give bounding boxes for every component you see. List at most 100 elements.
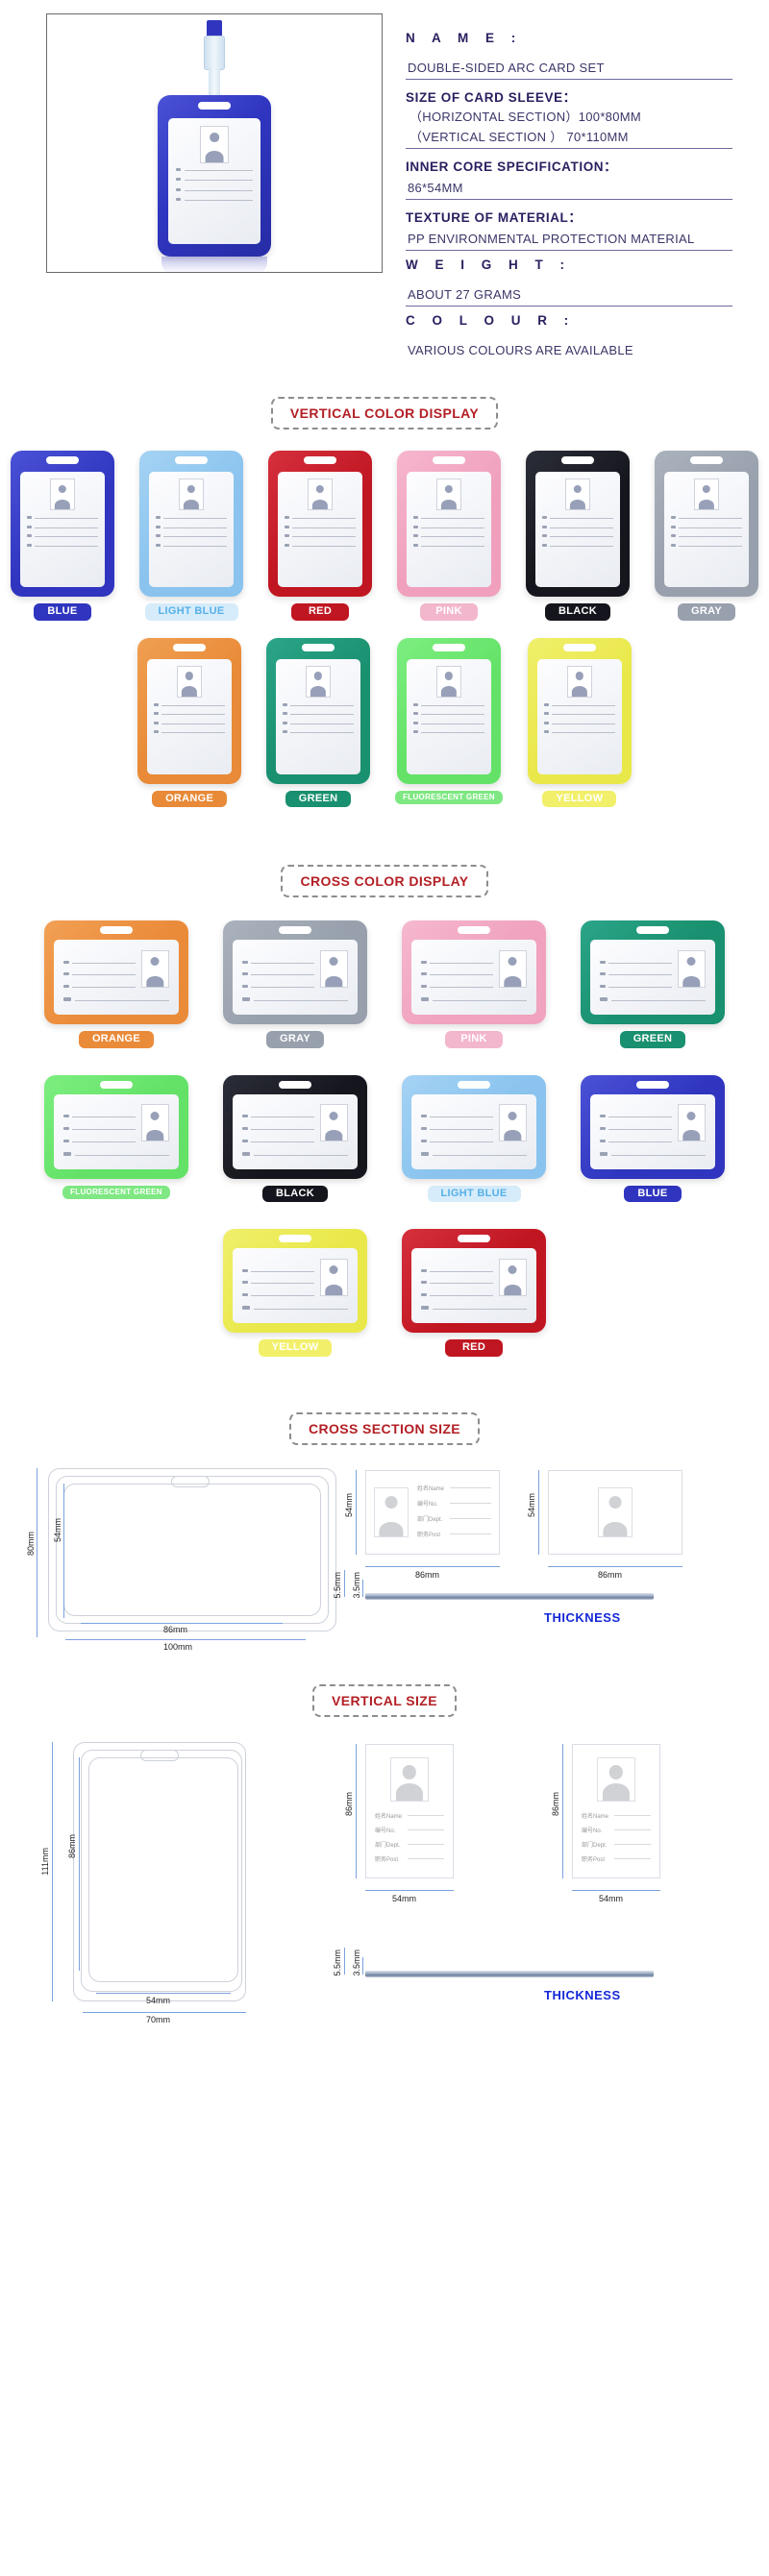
color-variant-vertical-0[interactable]: BLUE [11, 451, 114, 621]
card-field-lines [543, 702, 615, 734]
dim-detail-width-1: 86mm [415, 1570, 440, 1581]
card-field-label: 部门Dept. [417, 1517, 443, 1524]
card-field-row: 职务Post [582, 1854, 651, 1863]
card-sleeve[interactable] [223, 920, 367, 1025]
card-field-rule [450, 1487, 491, 1489]
card-field-row: 姓名Name [375, 1811, 444, 1820]
card-sleeve[interactable] [402, 1229, 546, 1334]
card-sleeve[interactable] [44, 1074, 188, 1179]
card-sleeve[interactable] [397, 451, 501, 598]
sleeve-slot [279, 1080, 311, 1089]
card-sleeve[interactable] [139, 451, 243, 598]
color-variant-cross-9[interactable]: RED [402, 1229, 546, 1357]
photo-placeholder [199, 125, 230, 163]
spec-name-label: N A M E : [406, 31, 523, 45]
card-sleeve[interactable] [581, 920, 725, 1025]
color-variant-vertical-1[interactable]: LIGHT BLUE [139, 451, 243, 621]
color-label: GREEN [619, 1031, 686, 1048]
v-sleeve-slot-outline [140, 1750, 179, 1762]
insert-card [590, 1093, 715, 1169]
vertical-color-banner-wrap: VERTICAL COLOR DISPLAY [0, 397, 769, 430]
color-variant-vertical-6[interactable]: ORANGE [137, 637, 242, 808]
color-label: GREEN [285, 790, 352, 808]
card-field-row: 职务Post [375, 1854, 444, 1863]
sleeve-slot [198, 102, 231, 110]
product-detail-page: N A M E : DOUBLE-SIDED ARC CARD SET SIZE… [0, 0, 769, 2049]
card-sleeve[interactable] [137, 637, 242, 784]
color-variant-cross-8[interactable]: YELLOW [223, 1229, 367, 1357]
card-sleeve[interactable] [11, 451, 114, 598]
color-variant-cross-5[interactable]: BLACK [223, 1074, 367, 1203]
card-sleeve[interactable] [266, 637, 371, 784]
card-field-rule [408, 1815, 444, 1817]
card-sleeve[interactable] [655, 451, 758, 598]
sleeve-slot [690, 456, 723, 465]
card-field-rule [614, 1858, 651, 1860]
card-field-rule [614, 1815, 651, 1817]
color-label: RED [445, 1339, 503, 1357]
color-variant-cross-4[interactable]: FLUORESCENT GREEN [44, 1074, 188, 1203]
sleeve-slot [433, 643, 465, 651]
color-variant-vertical-7[interactable]: GREEN [266, 637, 371, 808]
spec-texture-value: PP ENVIRONMENTAL PROTECTION MATERIAL [408, 232, 695, 246]
sleeve-slot [458, 926, 490, 935]
card-field-label: 编号No. [375, 1828, 396, 1835]
color-variant-cross-7[interactable]: BLUE [581, 1074, 725, 1203]
sleeve-slot-outline [171, 1476, 210, 1488]
color-variant-cross-1[interactable]: GRAY [223, 920, 367, 1048]
color-variant-cross-3[interactable]: GREEN [581, 920, 725, 1048]
color-label: PINK [445, 1031, 503, 1048]
hero-section: N A M E : DOUBLE-SIDED ARC CARD SET SIZE… [0, 0, 769, 364]
spec-colour-label: C O L O U R : [406, 313, 576, 328]
color-variant-vertical-2[interactable]: RED [268, 451, 372, 621]
sleeve-slot [100, 1080, 133, 1089]
sleeve-slot [175, 456, 208, 465]
cross-section-banner: CROSS SECTION SIZE [288, 1411, 481, 1446]
photo-placeholder [178, 478, 205, 511]
color-variant-vertical-5[interactable]: GRAY [655, 451, 758, 621]
v-dim-line-sleeve-width [83, 2012, 246, 2014]
vertical-card-detail-1: 姓名Name 编号No. 部门Dept. 职务Post 86mm 54mm [344, 1744, 454, 1903]
spec-colour-value: VARIOUS COLOURS ARE AVAILABLE [408, 343, 633, 357]
card-field-row: 职务Post [417, 1530, 491, 1538]
insert-card [536, 658, 622, 774]
insert-card [233, 940, 358, 1016]
card-sleeve[interactable] [402, 1074, 546, 1179]
color-variant-vertical-9[interactable]: YELLOW [527, 637, 632, 808]
card-sleeve[interactable] [402, 920, 546, 1025]
card-field-label: 姓名Name [582, 1814, 609, 1821]
color-variant-vertical-4[interactable]: BLACK [526, 451, 630, 621]
card-field-lines [27, 516, 98, 547]
card-sleeve[interactable] [223, 1074, 367, 1179]
color-variant-vertical-3[interactable]: PINK [397, 451, 501, 621]
dim-card-height: 54mm [53, 1518, 62, 1543]
card-sleeve[interactable] [581, 1074, 725, 1179]
color-variant-cross-6[interactable]: LIGHT BLUE [402, 1074, 546, 1203]
card-sleeve[interactable] [526, 451, 630, 598]
v-dim-line-detail-height-2 [562, 1744, 563, 1879]
color-label: BLACK [545, 603, 610, 621]
dim-thickness-inner: 3.5mm [352, 1572, 361, 1599]
card-fields-v1: 姓名Name 编号No. 部门Dept. 职务Post [375, 1811, 444, 1869]
card-field-lines [175, 167, 254, 202]
color-label: GRAY [266, 1031, 324, 1048]
card-field-label: 姓名Name [375, 1814, 403, 1821]
dim-line-sleeve-width [65, 1639, 306, 1641]
hero-reflection [161, 257, 267, 274]
spec-weight-label: W E I G H T : [406, 258, 571, 272]
card-field-rule [614, 1844, 651, 1846]
sleeve-slot [433, 456, 465, 465]
card-field-lines [542, 516, 613, 547]
color-variant-vertical-8[interactable]: FLUORESCENT GREEN [395, 637, 503, 808]
color-label: GRAY [678, 603, 735, 621]
card-sleeve[interactable] [527, 637, 632, 784]
color-variant-cross-2[interactable]: PINK [402, 920, 546, 1048]
card-sleeve[interactable] [223, 1229, 367, 1334]
hero-insert-card [168, 118, 260, 244]
cross-color-banner: CROSS COLOR DISPLAY [281, 865, 488, 898]
color-variant-cross-0[interactable]: ORANGE [44, 920, 188, 1048]
card-sleeve[interactable] [397, 637, 501, 784]
card-sleeve[interactable] [268, 451, 372, 598]
card-sleeve[interactable] [44, 920, 188, 1025]
card-fields-v2: 姓名Name 编号No. 部门Dept. 职务Post [582, 1811, 651, 1869]
